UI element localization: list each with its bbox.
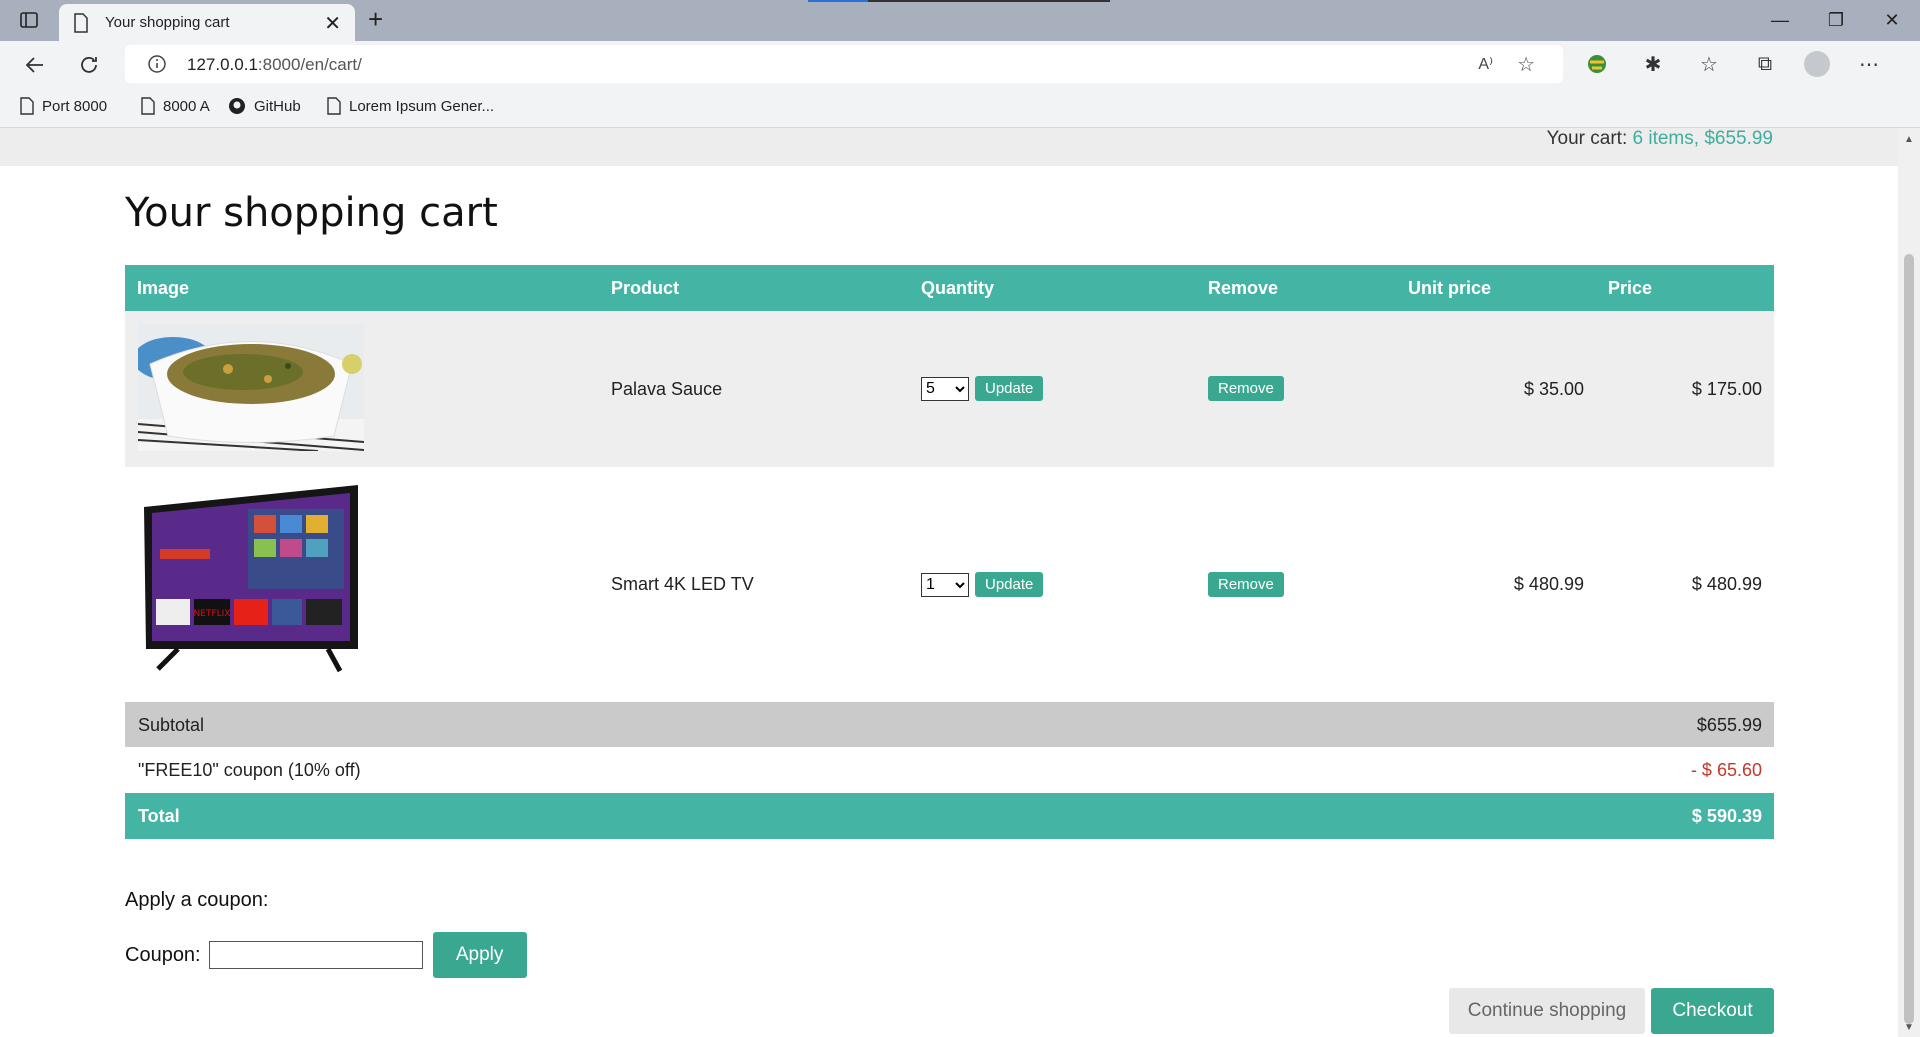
column-header: Unit price: [1408, 278, 1492, 298]
bookmark-item[interactable]: 8000 A: [141, 97, 210, 115]
page-scrollbar[interactable]: ▲ ▼: [1898, 128, 1920, 1037]
tab-actions-icon[interactable]: [18, 9, 42, 33]
total-row: Total $ 590.39: [125, 793, 1774, 839]
bookmark-item[interactable]: Lorem Ipsum Gener...: [327, 97, 494, 115]
column-header: Quantity: [921, 278, 995, 298]
coupon-input[interactable]: [208, 941, 423, 969]
page-icon: [327, 97, 341, 115]
extension-globe-icon[interactable]: [1580, 49, 1614, 79]
remove-button[interactable]: Remove: [1208, 376, 1284, 401]
coupon-section-title: Apply a coupon:: [125, 889, 269, 911]
bookmark-label: 8000 A: [163, 97, 210, 115]
cart-summary-link[interactable]: 6 items, $655.99: [1633, 128, 1773, 149]
bookmark-label: GitHub: [254, 97, 301, 115]
cart-summary: Your cart: 6 items, $655.99: [1547, 128, 1773, 150]
update-button[interactable]: Update: [975, 572, 1044, 597]
line-price: $ 175.00: [1691, 379, 1762, 399]
product-image[interactable]: NETFLIX: [138, 479, 364, 694]
bookmarks-bar: Port 8000 8000 A GitHub Lorem Ipsum Gene…: [0, 87, 1920, 128]
bookmark-item[interactable]: Port 8000: [20, 97, 107, 115]
coupon-label: Coupon:: [125, 943, 201, 966]
coupon-discount-row: "FREE10" coupon (10% off) - $ 65.60: [125, 747, 1774, 793]
profile-avatar[interactable]: [1804, 51, 1830, 77]
total-label: Total: [138, 806, 180, 826]
bookmark-label: Lorem Ipsum Gener...: [349, 97, 495, 115]
scroll-up-icon[interactable]: ▲: [1904, 134, 1914, 145]
apply-coupon-button[interactable]: Apply: [432, 932, 527, 978]
total-value: $ 590.39: [1691, 806, 1762, 826]
refresh-icon[interactable]: [74, 50, 104, 80]
page-icon: [73, 13, 89, 38]
page-title: Your shopping cart: [125, 190, 498, 236]
add-favorite-icon[interactable]: ☆: [1517, 52, 1535, 77]
github-icon: [229, 98, 245, 114]
toolbar-extensions: ✱ ☆ ⧉ ⋯: [1580, 49, 1886, 79]
more-menu-icon[interactable]: ⋯: [1852, 49, 1886, 79]
browser-toolbar: 127.0.0.1:8000/en/cart/ A⁾ ☆ ✱ ☆ ⧉ ⋯: [0, 41, 1920, 87]
checkout-button[interactable]: Checkout: [1651, 988, 1774, 1034]
line-price: $ 480.99: [1691, 574, 1762, 594]
coupon-form: Coupon: Apply: [125, 932, 527, 978]
subtotal-value: $655.99: [1696, 715, 1762, 735]
page-icon: [141, 97, 155, 115]
url-text: 127.0.0.1:8000/en/cart/: [187, 55, 362, 75]
browser-tab-bar: Your shopping cart ✕ + — ❐ ✕: [0, 0, 1920, 41]
window-controls: — ❐ ✕: [1752, 0, 1920, 41]
product-name[interactable]: Smart 4K LED TV: [611, 574, 754, 595]
column-header: Image: [137, 278, 190, 298]
address-bar[interactable]: 127.0.0.1:8000/en/cart/ A⁾ ☆: [125, 45, 1563, 83]
unit-price: $ 35.00: [1523, 379, 1584, 399]
table-row: NETFLIX Smart 4K LED TV 1 Update Remove …: [125, 467, 1774, 702]
product-image[interactable]: [133, 324, 365, 456]
svg-text:NETFLIX: NETFLIX: [194, 609, 231, 619]
quantity-select[interactable]: 5: [921, 376, 969, 401]
coupon-discount-label: "FREE10" coupon (10% off): [138, 760, 361, 780]
column-header: Product: [611, 278, 680, 298]
table-row: Palava Sauce 5 Update Remove $ 35.00 $ 1…: [125, 311, 1774, 467]
browser-tab[interactable]: Your shopping cart ✕: [59, 4, 355, 41]
url-host: 127.0.0.1: [187, 55, 258, 74]
site-info-icon[interactable]: [147, 54, 167, 79]
minimize-icon[interactable]: —: [1752, 0, 1808, 41]
collections-icon[interactable]: ⧉: [1748, 49, 1782, 79]
cart-summary-label: Your cart:: [1546, 128, 1628, 149]
new-tab-icon[interactable]: +: [368, 4, 383, 35]
remove-button[interactable]: Remove: [1208, 572, 1284, 597]
column-header: Price: [1608, 278, 1653, 298]
page-icon: [20, 97, 34, 115]
bookmark-label: Port 8000: [42, 97, 108, 115]
subtotal-row: Subtotal $655.99: [125, 702, 1774, 747]
continue-shopping-button[interactable]: Continue shopping: [1449, 988, 1645, 1034]
unit-price: $ 480.99: [1513, 574, 1584, 594]
bookmark-item[interactable]: GitHub: [228, 97, 301, 115]
site-header: Your cart: 6 items, $655.99: [0, 128, 1898, 166]
quantity-select[interactable]: 1: [921, 572, 969, 597]
loading-progress: [808, 0, 1110, 2]
cart-table: Image Product Quantity Remove Unit price…: [125, 265, 1774, 839]
scroll-down-icon[interactable]: ▼: [1904, 1022, 1914, 1033]
extensions-icon[interactable]: ✱: [1636, 49, 1670, 79]
coupon-discount-value: - $ 65.60: [1690, 760, 1762, 780]
restore-icon[interactable]: ❐: [1808, 0, 1864, 41]
quantity-control: 5 Update: [921, 376, 1044, 401]
close-window-icon[interactable]: ✕: [1864, 0, 1920, 41]
tab-title: Your shopping cart: [105, 14, 230, 31]
column-header: Remove: [1208, 278, 1279, 298]
table-header: Image Product Quantity Remove Unit price…: [125, 265, 1774, 311]
read-aloud-icon[interactable]: A⁾: [1478, 54, 1493, 74]
close-tab-icon[interactable]: ✕: [324, 11, 341, 36]
url-path: :8000/en/cart/: [257, 55, 362, 74]
scrollbar-thumb[interactable]: [1904, 254, 1914, 1024]
subtotal-label: Subtotal: [138, 715, 205, 735]
product-name[interactable]: Palava Sauce: [611, 379, 722, 400]
update-button[interactable]: Update: [975, 376, 1044, 401]
back-icon[interactable]: [20, 50, 50, 80]
favorites-icon[interactable]: ☆: [1692, 49, 1726, 79]
quantity-control: 1 Update: [921, 572, 1044, 597]
